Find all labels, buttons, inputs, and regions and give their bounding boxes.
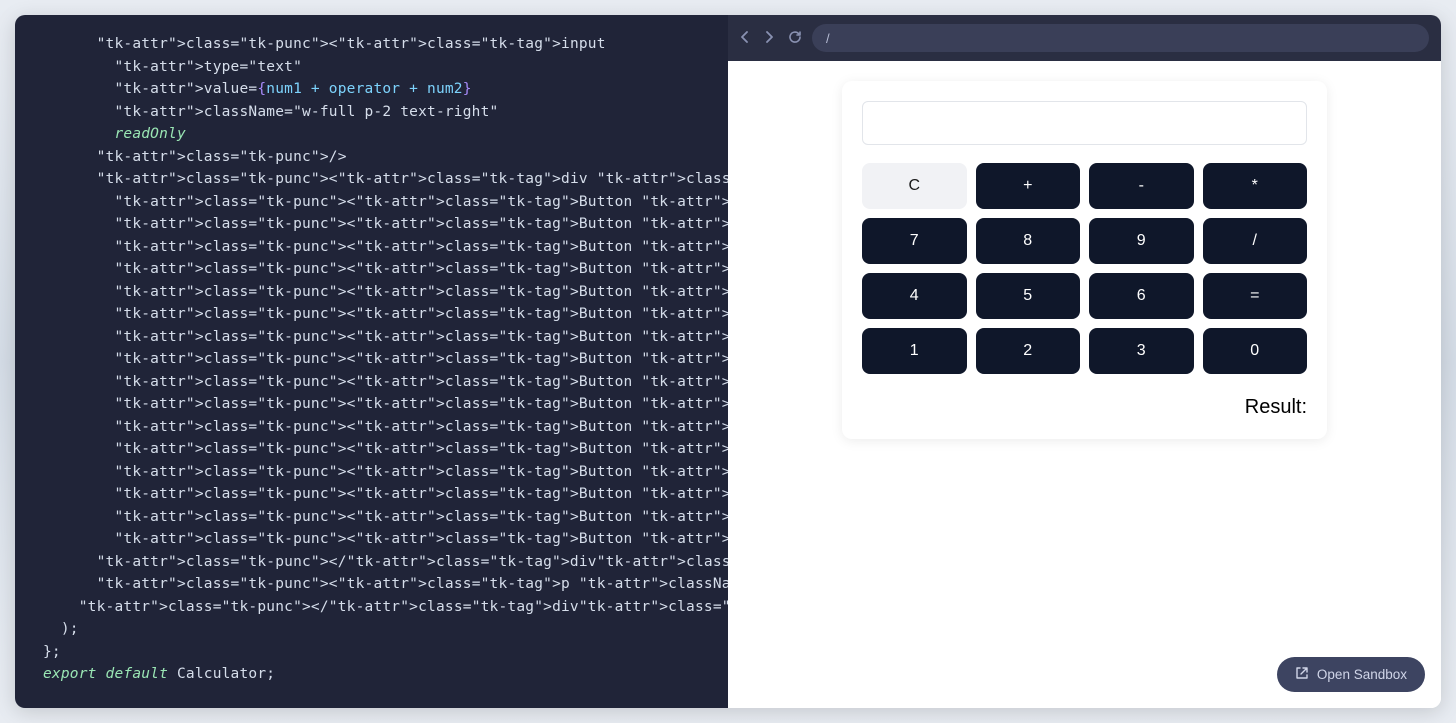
result-label: Result:: [1245, 396, 1307, 418]
code-line[interactable]: "tk-attr">class="tk-punc"><"tk-attr">cla…: [43, 461, 700, 484]
calc-btn-9[interactable]: 9: [1089, 218, 1194, 264]
code-line[interactable]: "tk-attr">class="tk-punc"><"tk-attr">cla…: [43, 393, 700, 416]
code-line[interactable]: "tk-attr">type="text": [43, 56, 700, 79]
calc-result: Result:: [862, 396, 1307, 419]
code-line[interactable]: "tk-attr">class="tk-punc"><"tk-attr">cla…: [43, 416, 700, 439]
code-line[interactable]: "tk-attr">class="tk-punc"><"tk-attr">cla…: [43, 33, 700, 56]
calc-btn-op[interactable]: /: [1203, 218, 1308, 264]
calc-btn-3[interactable]: 3: [1089, 328, 1194, 374]
code-line[interactable]: "tk-attr">class="tk-punc"></"tk-attr">cl…: [43, 596, 700, 619]
code-line[interactable]: "tk-attr">class="tk-punc"><"tk-attr">cla…: [43, 483, 700, 506]
code-line[interactable]: "tk-attr">class="tk-punc"><"tk-attr">cla…: [43, 348, 700, 371]
calc-btn-5[interactable]: 5: [976, 273, 1081, 319]
calc-btn-op[interactable]: +: [976, 163, 1081, 209]
calc-btn-2[interactable]: 2: [976, 328, 1081, 374]
code-line[interactable]: "tk-attr">class="tk-punc"><"tk-attr">cla…: [43, 573, 700, 596]
code-line[interactable]: };: [43, 641, 700, 664]
code-line[interactable]: "tk-attr">class="tk-punc"></"tk-attr">cl…: [43, 551, 700, 574]
preview-toolbar: /: [728, 15, 1441, 61]
calculator: C+-* 789/ 456= 1230 Result:: [842, 81, 1327, 439]
calc-display[interactable]: [862, 101, 1307, 145]
url-text: /: [826, 31, 830, 46]
calc-btn-op[interactable]: =: [1203, 273, 1308, 319]
code-line[interactable]: "tk-attr">class="tk-punc">/>: [43, 146, 700, 169]
code-line[interactable]: "tk-attr">class="tk-punc"><"tk-attr">cla…: [43, 303, 700, 326]
preview-panel: / C+-*789/456=1230 Result: Open Sandbox: [728, 15, 1441, 708]
code-line[interactable]: "tk-attr">class="tk-punc"><"tk-attr">cla…: [43, 371, 700, 394]
calc-btn-4[interactable]: 4: [862, 273, 967, 319]
code-line[interactable]: "tk-attr">class="tk-punc"><"tk-attr">cla…: [43, 258, 700, 281]
nav-refresh-icon[interactable]: [788, 30, 802, 47]
code-line[interactable]: "tk-attr">class="tk-punc"><"tk-attr">cla…: [43, 438, 700, 461]
external-link-icon: [1295, 666, 1309, 683]
calc-btn-6[interactable]: 6: [1089, 273, 1194, 319]
preview-content: C+-* 789/ 456= 1230 Result:: [728, 61, 1441, 708]
calc-btn-7[interactable]: 7: [862, 218, 967, 264]
code-line[interactable]: export default Calculator;: [43, 663, 700, 686]
code-line[interactable]: "tk-attr">className="w-full p-2 text-rig…: [43, 101, 700, 124]
app-container: "tk-attr">class="tk-punc"><"tk-attr">cla…: [15, 15, 1441, 708]
code-line[interactable]: );: [43, 618, 700, 641]
nav-back-icon[interactable]: [740, 30, 750, 46]
calc-btn-8[interactable]: 8: [976, 218, 1081, 264]
open-sandbox-label: Open Sandbox: [1317, 667, 1407, 682]
code-line[interactable]: "tk-attr">value={num1 + operator + num2}: [43, 78, 700, 101]
nav-forward-icon[interactable]: [764, 30, 774, 46]
calc-btn-op[interactable]: *: [1203, 163, 1308, 209]
code-line[interactable]: "tk-attr">class="tk-punc"><"tk-attr">cla…: [43, 528, 700, 551]
code-line[interactable]: "tk-attr">class="tk-punc"><"tk-attr">cla…: [43, 281, 700, 304]
calc-btn-C[interactable]: C: [862, 163, 967, 209]
code-line[interactable]: "tk-attr">class="tk-punc"><"tk-attr">cla…: [43, 168, 700, 191]
calc-grid: C+-* 789/ 456= 1230: [862, 163, 1307, 374]
code-line[interactable]: "tk-attr">class="tk-punc"><"tk-attr">cla…: [43, 506, 700, 529]
code-line[interactable]: "tk-attr">class="tk-punc"><"tk-attr">cla…: [43, 236, 700, 259]
calc-btn-1[interactable]: 1: [862, 328, 967, 374]
code-line[interactable]: readOnly: [43, 123, 700, 146]
code-editor[interactable]: "tk-attr">class="tk-punc"><"tk-attr">cla…: [15, 15, 728, 708]
code-line[interactable]: "tk-attr">class="tk-punc"><"tk-attr">cla…: [43, 213, 700, 236]
calc-btn-op[interactable]: -: [1089, 163, 1194, 209]
open-sandbox-button[interactable]: Open Sandbox: [1277, 657, 1425, 692]
url-bar[interactable]: /: [812, 24, 1429, 52]
code-line[interactable]: "tk-attr">class="tk-punc"><"tk-attr">cla…: [43, 191, 700, 214]
calc-btn-0[interactable]: 0: [1203, 328, 1308, 374]
code-line[interactable]: "tk-attr">class="tk-punc"><"tk-attr">cla…: [43, 326, 700, 349]
